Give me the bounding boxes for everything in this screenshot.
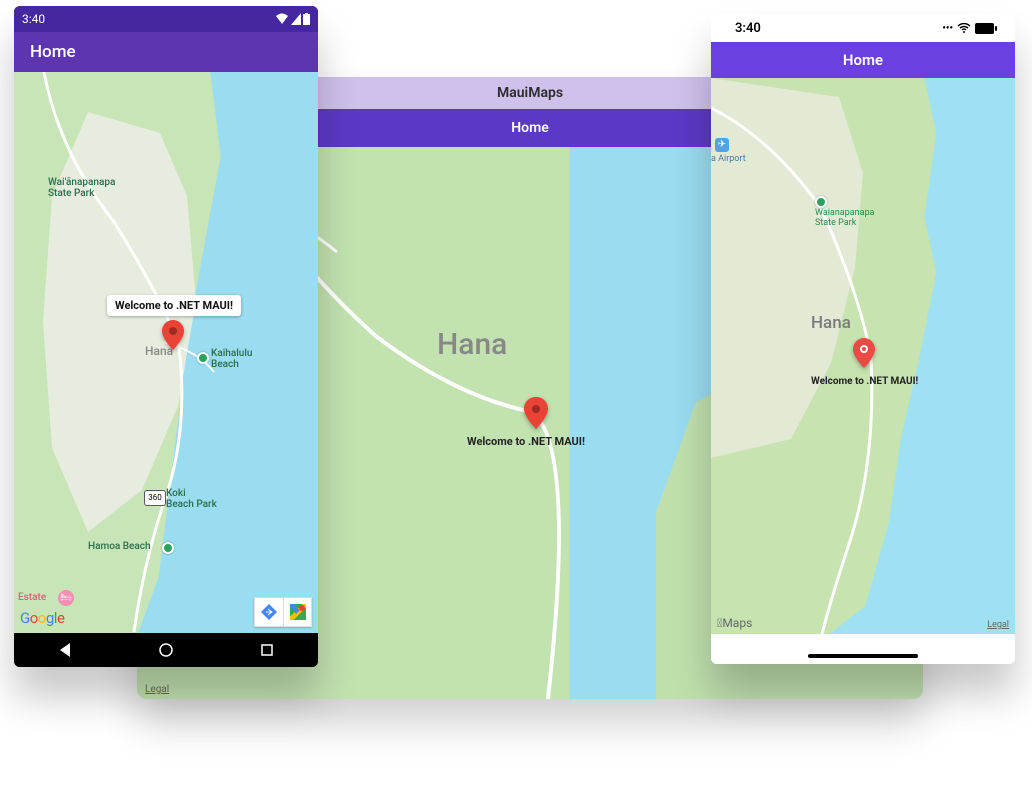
- place-label-waianapanapa: Wai'ānapanapa State Park: [48, 177, 115, 199]
- poi-marker[interactable]: [815, 196, 827, 208]
- status-bar: 3:40 •••: [711, 14, 1015, 42]
- map-view[interactable]: ✈ a Airport Waianapanapa State Park Hana…: [711, 78, 1015, 634]
- pin-callout[interactable]: Welcome to .NET MAUI!: [107, 295, 241, 316]
- app-bar: Home: [14, 32, 318, 72]
- map-view[interactable]: Wai'ānapanapa State Park Hana Kaihalulu …: [14, 72, 318, 633]
- airport-icon[interactable]: ✈: [715, 138, 729, 152]
- pin-label: Welcome to .NET MAUI!: [467, 435, 585, 448]
- poi-lodging-icon[interactable]: 🛏: [58, 590, 74, 606]
- place-label-kaihalulu: Kaihalulu Beach: [211, 348, 252, 370]
- nav-title: Home: [511, 120, 549, 136]
- signal-icon: [291, 13, 301, 25]
- legal-link[interactable]: Legal: [987, 620, 1009, 630]
- place-label-hana: Hana: [437, 327, 507, 362]
- place-label-hamoa: Hamoa Beach: [88, 541, 151, 552]
- route-badge-360: 360: [144, 490, 166, 506]
- status-time: 3:40: [735, 21, 761, 36]
- recents-button[interactable]: [260, 643, 274, 657]
- home-indicator-area: [711, 634, 1015, 664]
- place-label-koki: Koki Beach Park: [166, 488, 217, 510]
- battery-icon: [975, 23, 997, 34]
- wifi-icon: [957, 23, 971, 33]
- place-label-hana: Hana: [811, 313, 851, 333]
- gmaps-buttons: [254, 597, 312, 627]
- map-pin[interactable]: [853, 338, 875, 372]
- legal-link[interactable]: Legal: [145, 684, 169, 695]
- map-pin[interactable]: [162, 320, 184, 354]
- nav-title: Home: [843, 51, 883, 69]
- google-logo: Google: [20, 609, 64, 627]
- iphone-device: 3:40 ••• Home ✈ a Airport Waianapanapa S…: [711, 14, 1015, 664]
- place-label-airport: a Airport: [711, 154, 746, 164]
- status-icons: •••: [942, 23, 997, 34]
- pin-label: Welcome to .NET MAUI!: [811, 376, 918, 387]
- battery-icon: [303, 13, 310, 25]
- place-label-estate: Estate: [18, 592, 46, 603]
- apple-maps-logo: Maps: [717, 616, 752, 630]
- status-time: 3:40: [22, 12, 45, 26]
- home-button[interactable]: [159, 643, 173, 657]
- directions-button[interactable]: [255, 598, 283, 626]
- android-device: 3:40 Home Wai'ānapanapa State Park Hana …: [14, 6, 318, 667]
- status-bar: 3:40: [14, 6, 318, 32]
- wifi-icon: [275, 13, 289, 25]
- android-nav-bar: [14, 633, 318, 667]
- back-button[interactable]: [58, 643, 72, 657]
- nav-bar: Home: [711, 42, 1015, 78]
- open-gmaps-button[interactable]: [283, 598, 311, 626]
- app-title: Home: [30, 42, 76, 62]
- place-label-waianapanapa: Waianapanapa State Park: [815, 208, 874, 228]
- poi-marker[interactable]: [197, 352, 209, 364]
- home-indicator[interactable]: [808, 654, 918, 658]
- status-icons: [275, 13, 310, 25]
- map-pin[interactable]: [523, 397, 549, 433]
- poi-marker[interactable]: [162, 542, 174, 554]
